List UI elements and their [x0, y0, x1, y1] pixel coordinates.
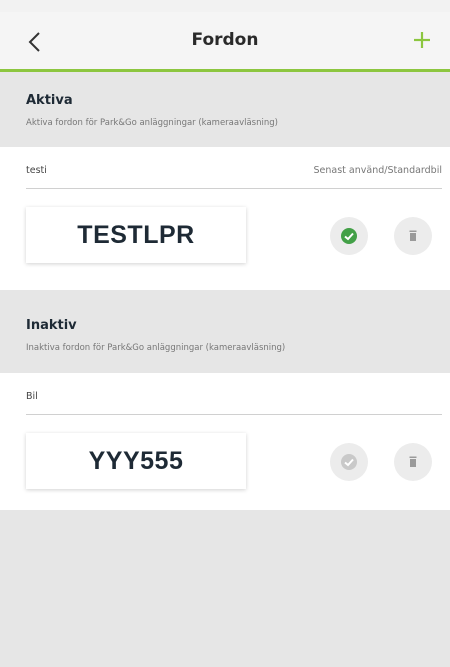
- section-title: Aktiva: [26, 93, 73, 108]
- set-default-button[interactable]: [330, 217, 368, 255]
- vehicle-card: testi Senast använd/Standardbil TESTLPR: [0, 147, 450, 290]
- delete-button[interactable]: [394, 217, 432, 255]
- active-section: Aktiva Aktiva fordon för Park&Go anläggn…: [0, 75, 450, 290]
- delete-button[interactable]: [394, 443, 432, 481]
- license-plate: YYY555: [26, 433, 246, 489]
- trash-icon: [409, 230, 417, 241]
- check-circle-icon: [341, 454, 357, 470]
- add-vehicle-button[interactable]: [408, 26, 436, 54]
- license-plate: TESTLPR: [26, 207, 246, 263]
- section-title: Inaktiv: [26, 318, 77, 333]
- section-subtitle: Inaktiva fordon för Park&Go anläggningar…: [26, 343, 286, 353]
- vehicle-status: Senast använd/Standardbil: [313, 165, 442, 176]
- inactive-section: Inaktiv Inaktiva fordon för Park&Go anlä…: [0, 290, 450, 510]
- check-circle-icon: [341, 228, 357, 244]
- page-title: Fordon: [191, 30, 259, 50]
- status-bar: [0, 0, 450, 12]
- navigation-bar: Fordon: [0, 12, 450, 72]
- vehicle-name: testi: [26, 165, 47, 176]
- vehicle-row[interactable]: testi Senast använd/Standardbil: [26, 153, 442, 189]
- set-default-button[interactable]: [330, 443, 368, 481]
- inactive-section-header: Inaktiv Inaktiva fordon för Park&Go anlä…: [0, 290, 450, 373]
- vehicle-card: Bil YYY555: [0, 373, 450, 510]
- plus-icon: [414, 32, 430, 48]
- trash-icon: [409, 456, 417, 467]
- vehicle-row[interactable]: Bil: [26, 379, 442, 415]
- empty-area: [0, 510, 450, 667]
- active-section-header: Aktiva Aktiva fordon för Park&Go anläggn…: [0, 75, 450, 147]
- section-subtitle: Aktiva fordon för Park&Go anläggningar (…: [26, 118, 278, 128]
- vehicle-name: Bil: [26, 391, 38, 402]
